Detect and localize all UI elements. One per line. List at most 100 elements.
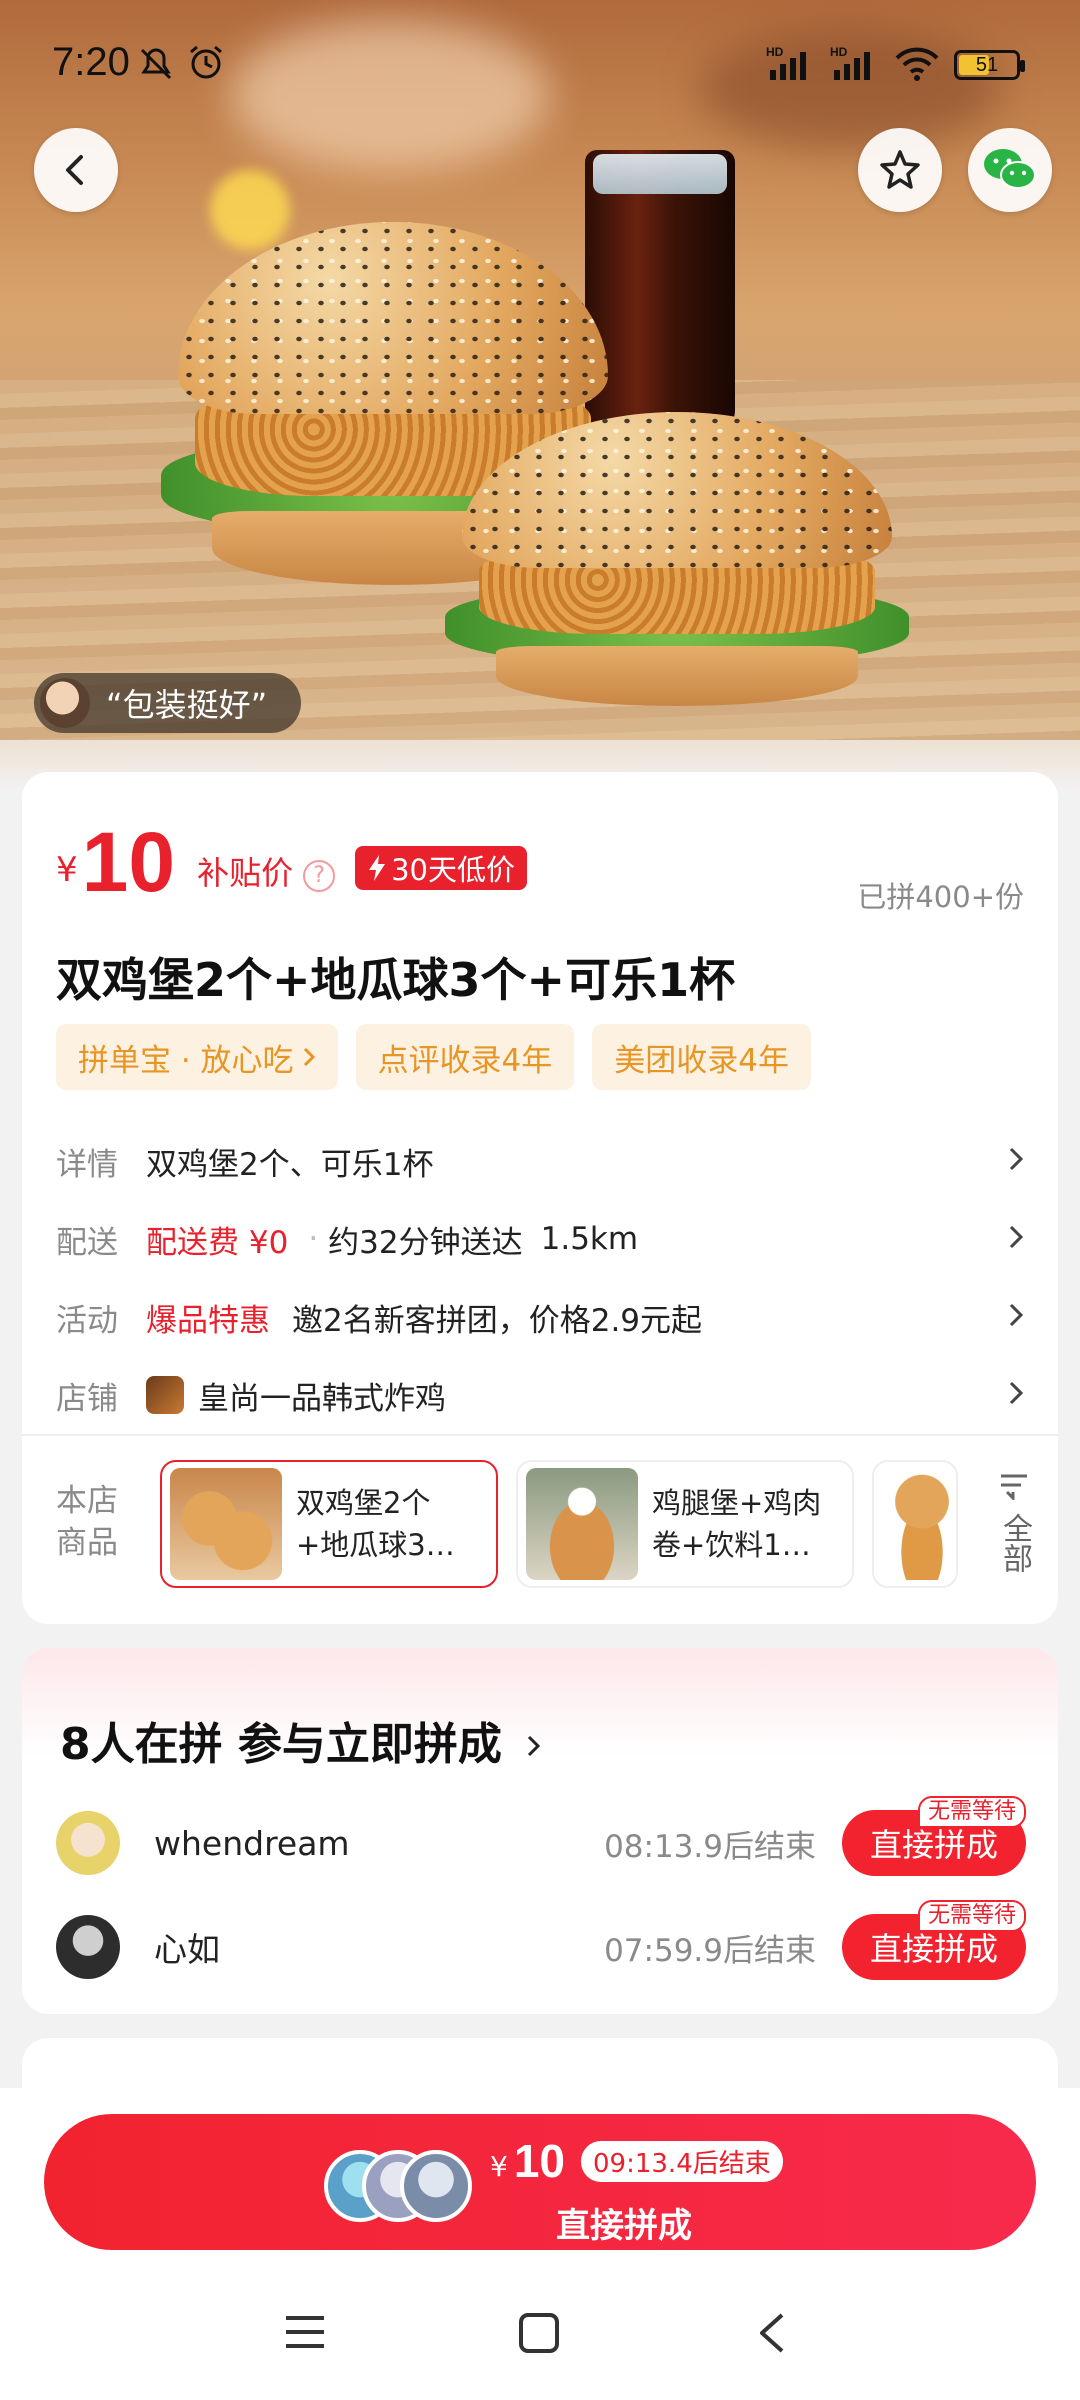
back-button[interactable] [34,128,118,212]
all-products-label: 全部 [997,1513,1032,1573]
product-info-card: ¥ 10 补贴价 ? 30天低价 已拼400+份 双鸡堡2个+地瓜球3个+可乐1… [22,772,1058,1624]
avatar [56,1811,120,1875]
tag-guarantee[interactable]: 拼单宝 · 放心吃 [56,1024,338,1090]
cta-timer: 09:13.4后结束 [581,2140,783,2182]
battery-level: 51 [975,54,999,76]
separator-dot: · [308,1221,319,1257]
chevron-right-icon [1009,1147,1024,1171]
group-buy-card: 8人在拼 参与立即拼成 whendream 08:13.9后结束 直接拼成 无需… [22,1648,1058,2014]
detail-label: 详情 [56,1146,118,1183]
delivery-distance: 1.5km [540,1221,639,1257]
tag-dianping: 点评收录4年 [355,1024,575,1090]
status-bar: 7:20 HD HD 51 [0,0,1080,130]
help-icon[interactable]: ? [303,860,336,892]
avatar [56,1915,120,1979]
back-nav-button[interactable] [756,2312,788,2358]
star-icon [880,150,920,189]
mute-icon [140,48,172,80]
store-product-name: 鸡腿堡+鸡肉卷+饮料1… [652,1486,822,1562]
network-1-label: HD [766,45,784,59]
chevron-right-icon [1009,1303,1024,1327]
chevron-left-icon [66,155,83,185]
tag-meituan: 美团收录4年 [592,1024,812,1090]
system-nav-bar [0,2290,1080,2380]
group-title[interactable]: 8人在拼 参与立即拼成 [60,1708,543,1772]
store-product-name: 双鸡堡2个+地瓜球3… [296,1486,455,1562]
cta-currency: ¥ [490,2149,508,2183]
shop-label: 店铺 [56,1380,118,1417]
delivery-time: 约32分钟送达 [328,1224,523,1261]
tag-meituan-label: 美团收录4年 [614,1042,790,1079]
cta-label: 直接拼成 [556,2206,692,2246]
price-label: 补贴价 [197,854,294,892]
direct-group-buy-button[interactable]: ¥ 10 09:13.4后结束 直接拼成 [44,2114,1036,2250]
product-title: 双鸡堡2个+地瓜球3个+可乐1杯 [56,953,736,1007]
group-title-text: 8人在拼 参与立即拼成 [60,1719,502,1770]
tag-guarantee-label: 拼单宝 · 放心吃 [78,1042,294,1079]
status-time: 7:20 [52,40,130,84]
group-user-name: 心如 [154,1930,220,1969]
price-row: ¥ 10 补贴价 ? 30天低价 [56,820,527,904]
alarm-icon [190,45,222,79]
divider [22,1434,1058,1436]
product-thumbnail [882,1468,956,1580]
bottom-action-bar: ¥ 10 09:13.4后结束 直接拼成 [0,2088,1080,2400]
no-wait-badge: 无需等待 [917,1796,1026,1828]
detail-value: 双鸡堡2个、可乐1杯 [146,1146,434,1183]
product-thumbnail [170,1468,282,1580]
wechat-icon [984,149,1036,189]
all-products-button[interactable]: 全部 [996,1472,1032,1573]
no-wait-badge: 无需等待 [917,1900,1026,1932]
delivery-row[interactable]: 配送 配送费 ¥0 · 约32分钟送达 1.5km [56,1200,1026,1278]
low-price-badge-text: 30天低价 [391,853,515,887]
store-product-card[interactable]: 鸡腿堡+鸡肉卷+饮料1… [516,1460,854,1588]
delivery-label: 配送 [56,1224,118,1261]
menu-icon [286,2316,324,2348]
home-square-icon [519,2313,559,2353]
trust-tags: 拼单宝 · 放心吃 点评收录4年 美团收录4年 [56,1024,812,1090]
group-row: whendream 08:13.9后结束 直接拼成 无需等待 [56,1796,1026,1888]
battery-icon: 51 [954,50,1025,80]
network-2-label: HD [830,45,848,59]
chevron-right-icon [1009,1225,1024,1249]
store-product-card[interactable]: 双鸡堡2个+地瓜球3… [160,1460,498,1588]
chevron-right-icon [1009,1381,1024,1405]
price-value: 10 [81,815,176,909]
wifi-icon [895,47,939,81]
group-user-name: whendream [154,1823,350,1863]
cta-price: 10 [513,2135,565,2187]
lightning-icon [369,855,386,881]
activity-text: 邀2名新客拼团，价格2.9元起 [292,1302,703,1339]
group-timer: 07:59.9后结束 [604,1932,816,1969]
delivery-fee: 配送费 ¥0 [146,1224,289,1261]
shop-name: 皇尚一品韩式炸鸡 [198,1380,446,1417]
list-icon [1001,1474,1027,1502]
activity-row[interactable]: 活动 爆品特惠 邀2名新客拼团，价格2.9元起 [56,1278,1026,1356]
burger-image-2 [444,412,910,712]
shop-logo [146,1376,184,1414]
currency-symbol: ¥ [56,850,78,890]
chevron-right-icon [303,1047,315,1067]
signal-indicators: HD HD 51 [766,44,1025,82]
review-quote-text: “包装挺好” [106,686,268,724]
signal-2-icon: HD [830,45,870,80]
shop-row[interactable]: 店铺 皇尚一品韩式炸鸡 [56,1356,1026,1434]
tag-dianping-label: 点评收录4年 [377,1042,553,1079]
store-product-card[interactable] [872,1460,958,1588]
review-quote-chip[interactable]: “包装挺好” [34,673,302,733]
favorite-button[interactable] [858,128,942,212]
detail-row[interactable]: 详情 双鸡堡2个、可乐1杯 [56,1122,1026,1200]
chevron-right-icon [528,1735,541,1757]
reviewer-avatar [40,678,90,728]
signal-1-icon: HD [766,45,806,80]
store-products-label: 本店商品 [56,1483,118,1561]
back-triangle-icon [760,2313,784,2353]
wechat-share-button[interactable] [968,128,1052,212]
product-thumbnail [526,1468,638,1580]
group-row: 心如 07:59.9后结束 直接拼成 无需等待 [56,1900,1026,1992]
detail-rows: 详情 双鸡堡2个、可乐1杯 配送 配送费 ¥0 · 约32分钟送达 1.5km … [56,1122,1026,1434]
activity-tag: 爆品特惠 [146,1302,270,1339]
sold-count: 已拼400+份 [857,880,1024,914]
menu-nav-button[interactable] [284,2312,326,2356]
home-nav-button[interactable] [518,2312,560,2358]
